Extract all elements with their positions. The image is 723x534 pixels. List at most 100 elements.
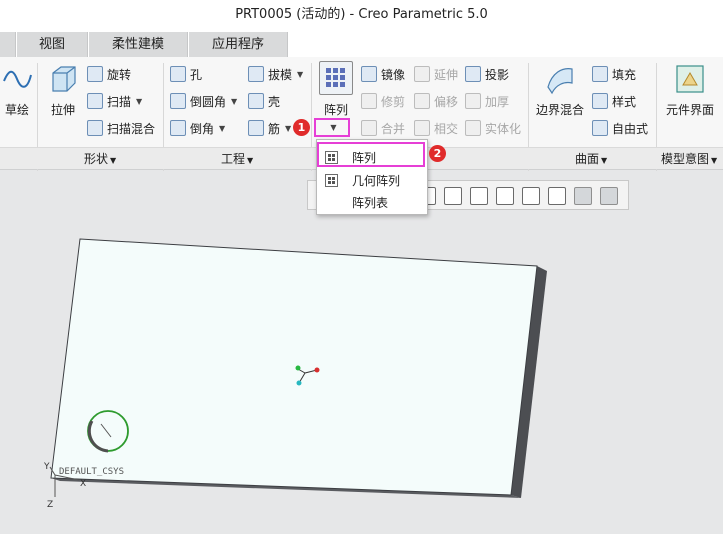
chevron-down-icon[interactable]: ▼ — [231, 97, 237, 106]
tab-previous[interactable] — [0, 32, 16, 57]
offset-button[interactable]: 偏移 — [414, 90, 458, 112]
chevron-down-icon[interactable]: ▼ — [285, 124, 291, 133]
mirror-button[interactable]: 镜像 — [361, 63, 405, 85]
menu-item-geometry-pattern[interactable]: 几何阵列 — [321, 169, 425, 191]
model-view: DEFAULT_CSYS Y X Z — [43, 238, 547, 510]
csys-y-point — [295, 365, 301, 371]
extrude-icon — [47, 63, 79, 95]
trim-button[interactable]: 修剪 — [361, 90, 405, 112]
sweep-icon — [87, 93, 103, 109]
solidify-label: 实体化 — [485, 121, 522, 136]
revolve-label: 旋转 — [107, 67, 132, 82]
sketch-label: 草绘 — [4, 103, 29, 117]
fill-button[interactable]: 填充 — [592, 63, 636, 85]
intersect-icon — [414, 120, 430, 136]
csys-z-point — [296, 380, 302, 386]
freestyle-label: 自由式 — [612, 121, 649, 136]
tab-applications[interactable]: 应用程序 — [189, 32, 288, 57]
chamfer-button[interactable]: 倒角 ▼ — [170, 117, 225, 139]
chamfer-label: 倒角 — [190, 121, 215, 136]
annotation-display-icon[interactable] — [574, 187, 592, 205]
highlight-pattern-menu-item — [317, 142, 425, 167]
chevron-down-icon: ▼ — [247, 156, 254, 165]
swept-blend-icon — [87, 120, 103, 136]
mirror-label: 镜像 — [381, 67, 406, 82]
menu-item-pattern-table-label: 阵列表 — [352, 195, 389, 210]
intersect-button[interactable]: 相交 — [414, 117, 458, 139]
merge-label: 合并 — [381, 121, 406, 136]
group-model-intent-dropdown[interactable]: 模型意图 ▼ — [661, 150, 717, 167]
chevron-down-icon: ▼ — [601, 156, 608, 165]
shell-button[interactable]: 壳 — [248, 90, 280, 112]
swept-blend-button[interactable]: 扫描混合 — [87, 117, 155, 139]
menu-item-pattern-table[interactable]: 阵列表 — [321, 191, 425, 213]
round-button[interactable]: 倒圆角 ▼ — [170, 90, 237, 112]
group-surfaces-label: 曲面 — [575, 152, 600, 166]
boundary-blend-button[interactable]: 边界混合 — [534, 63, 586, 118]
component-interface-icon — [674, 63, 706, 95]
merge-button[interactable]: 合并 — [361, 117, 405, 139]
style-icon — [592, 93, 608, 109]
component-interface-label: 元件界面 — [665, 103, 714, 117]
extend-button[interactable]: 延伸 — [414, 63, 458, 85]
pattern-icon — [319, 61, 353, 95]
draft-button[interactable]: 拔模 ▼ — [248, 63, 303, 85]
sweep-button[interactable]: 扫描 ▼ — [87, 90, 142, 112]
solidify-icon — [465, 120, 481, 136]
step-badge-1: 1 — [293, 119, 310, 136]
extend-label: 延伸 — [434, 67, 459, 82]
axis-x-label: X — [80, 479, 86, 489]
group-shape-dropdown[interactable]: 形状 ▼ — [84, 150, 116, 167]
perspective-icon[interactable] — [522, 187, 540, 205]
project-button[interactable]: 投影 — [465, 63, 509, 85]
hole-button[interactable]: 孔 — [170, 63, 202, 85]
boundary-blend-icon — [544, 63, 576, 95]
solidify-button[interactable]: 实体化 — [465, 117, 521, 139]
intersect-label: 相交 — [434, 121, 459, 136]
pattern-button[interactable]: 阵列 — [318, 61, 354, 118]
tab-flexible-modeling[interactable]: 柔性建模 — [89, 32, 188, 57]
mirror-icon — [361, 66, 377, 82]
hole-label: 孔 — [190, 67, 203, 82]
tab-view[interactable]: 视图 — [17, 32, 88, 57]
thicken-label: 加厚 — [485, 94, 510, 109]
group-surfaces-dropdown[interactable]: 曲面 ▼ — [575, 150, 607, 167]
draft-label: 拔模 — [268, 67, 293, 82]
window-title: PRT0005 (活动的) - Creo Parametric 5.0 — [0, 0, 723, 32]
sweep-label: 扫描 — [107, 94, 132, 109]
project-label: 投影 — [485, 67, 510, 82]
style-button[interactable]: 样式 — [592, 90, 636, 112]
freestyle-icon — [592, 120, 608, 136]
axis-z-label: Z — [47, 500, 53, 510]
chevron-down-icon: ▼ — [711, 156, 718, 165]
pattern-label: 阵列 — [323, 103, 348, 117]
menu-item-geometry-pattern-label: 几何阵列 — [352, 173, 401, 188]
round-icon — [170, 93, 186, 109]
shell-icon — [248, 93, 264, 109]
swept-blend-label: 扫描混合 — [107, 121, 156, 136]
fill-icon — [592, 66, 608, 82]
view-manager-icon[interactable] — [470, 187, 488, 205]
extrude-button[interactable]: 拉伸 — [44, 63, 82, 118]
component-interface-button[interactable]: 元件界面 — [662, 63, 718, 118]
sketch-button[interactable]: 草绘 — [0, 63, 34, 118]
group-engineering-dropdown[interactable]: 工程 ▼ — [221, 150, 253, 167]
named-views-icon[interactable] — [444, 187, 462, 205]
project-icon — [465, 66, 481, 82]
display-style-icon[interactable] — [496, 187, 514, 205]
chevron-down-icon[interactable]: ▼ — [219, 124, 225, 133]
thicken-button[interactable]: 加厚 — [465, 90, 509, 112]
plate-top-face — [50, 238, 538, 496]
extend-icon — [414, 66, 430, 82]
chevron-down-icon[interactable]: ▼ — [297, 70, 303, 79]
revolve-button[interactable]: 旋转 — [87, 63, 131, 85]
spin-center-icon[interactable] — [600, 187, 618, 205]
graphics-area[interactable]: DEFAULT_CSYS Y X Z — [0, 171, 723, 534]
rib-label: 筋 — [268, 121, 281, 136]
hole-icon — [170, 66, 186, 82]
freestyle-button[interactable]: 自由式 — [592, 117, 648, 139]
rib-button[interactable]: 筋 ▼ — [248, 117, 291, 139]
offset-icon — [414, 93, 430, 109]
datum-display-icon[interactable] — [548, 187, 566, 205]
chevron-down-icon[interactable]: ▼ — [136, 97, 142, 106]
